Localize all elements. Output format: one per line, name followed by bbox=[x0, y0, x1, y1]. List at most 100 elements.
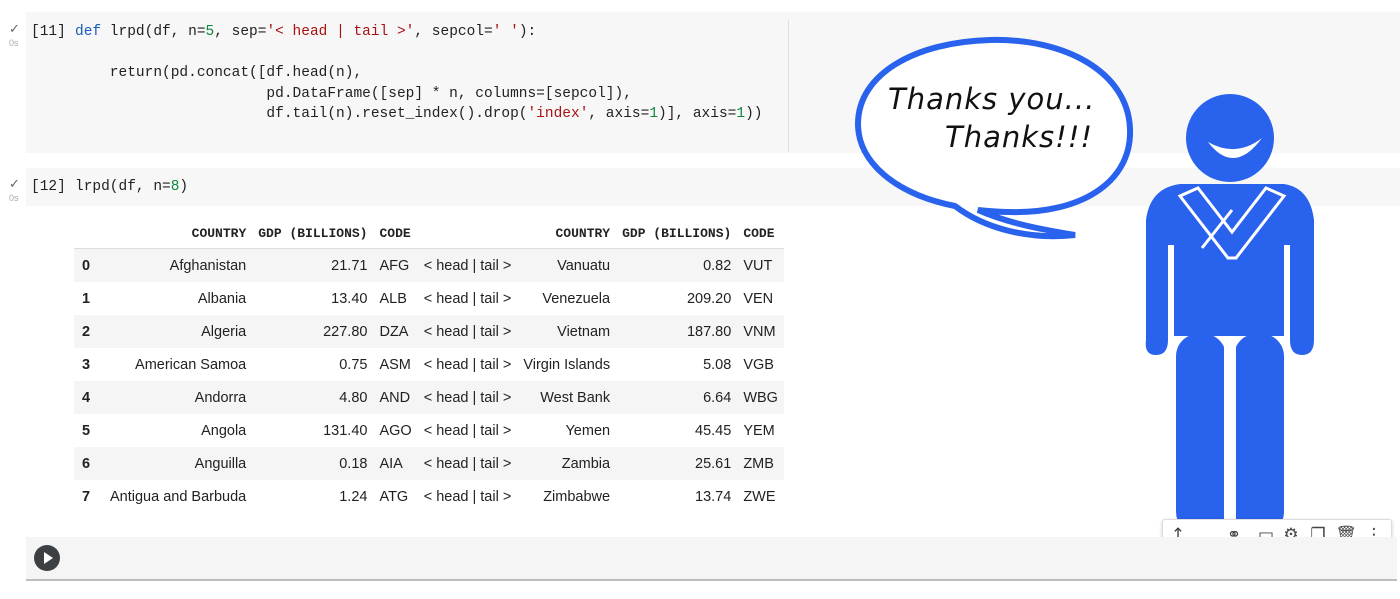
table-cell: < head | tail > bbox=[423, 488, 512, 505]
execution-time: 0s bbox=[9, 38, 19, 48]
row-index: 1 bbox=[82, 290, 91, 307]
table-cell: VGB bbox=[743, 356, 774, 373]
table-row: 3 American Samoa 0.75 ASM < head | tail > Vir… bbox=[74, 348, 784, 381]
table-cell: ATG bbox=[379, 488, 409, 505]
table-cell: ZMB bbox=[737, 447, 784, 480]
code-token: 'index' bbox=[527, 106, 589, 122]
code-token: , sep= bbox=[214, 24, 267, 40]
table-cell: AND bbox=[373, 381, 418, 414]
column-header: CODE bbox=[737, 218, 784, 249]
table-cell: Afghanistan bbox=[104, 248, 253, 282]
code-token: , axis= bbox=[588, 106, 650, 122]
code-line: pd.DataFrame([sep] * n, columns=[sepcol]… bbox=[75, 86, 632, 102]
table-cell: Zambia bbox=[517, 447, 617, 480]
table-cell: AIA bbox=[373, 447, 418, 480]
person-body bbox=[1145, 184, 1314, 355]
execution-time: 0s bbox=[9, 193, 19, 203]
code-token: , sepcol= bbox=[414, 24, 493, 40]
table-cell: 21.71 bbox=[252, 248, 374, 282]
dataframe-output: COUNTRY GDP (BILLIONS) CODE COUNTRY GDP … bbox=[74, 218, 784, 513]
code-line: return(pd.concat([df.head(n), bbox=[75, 65, 363, 81]
table-cell: 6.64 bbox=[616, 381, 738, 414]
column-header bbox=[74, 218, 104, 249]
table-cell: 187.80 bbox=[616, 315, 738, 348]
editor-ruler bbox=[788, 20, 789, 152]
table-cell: ASM bbox=[379, 356, 411, 373]
table-cell: AGO bbox=[379, 422, 412, 439]
table-cell: Vietnam bbox=[517, 315, 617, 348]
executed-check-icon: ✓ bbox=[9, 22, 20, 37]
table-cell: 45.45 bbox=[695, 422, 732, 439]
table-cell: Venezuela bbox=[542, 290, 611, 307]
table-cell: Angola bbox=[201, 422, 247, 439]
column-header: GDP (BILLIONS) bbox=[252, 218, 374, 249]
table-cell: VEN bbox=[743, 290, 774, 307]
table-cell: Algeria bbox=[104, 315, 253, 348]
code-token: lrpd(df, n= bbox=[101, 24, 206, 40]
table-cell: 1.24 bbox=[339, 488, 368, 505]
code-editor[interactable]: def lrpd(df, n=5, sep='< head | tail >',… bbox=[75, 24, 536, 41]
table-cell: VUT bbox=[737, 248, 784, 282]
code-token: '< head | tail >' bbox=[266, 24, 415, 40]
table-cell: ALB bbox=[379, 290, 407, 307]
row-index: 2 bbox=[74, 315, 104, 348]
column-header: GDP (BILLIONS) bbox=[616, 218, 738, 249]
row-index: 3 bbox=[82, 356, 91, 373]
empty-code-cell[interactable] bbox=[26, 537, 1397, 581]
table-cell: 0.18 bbox=[252, 447, 374, 480]
table-cell: Virgin Islands bbox=[523, 356, 611, 373]
table-cell: Vanuatu bbox=[517, 248, 617, 282]
table-header-row: COUNTRY GDP (BILLIONS) CODE COUNTRY GDP … bbox=[74, 218, 784, 249]
row-index: 0 bbox=[74, 248, 104, 282]
person-left-leg bbox=[1176, 334, 1226, 534]
table-cell: < head | tail > bbox=[417, 447, 518, 480]
bubble-text-line-1: Thanks you... bbox=[888, 82, 1096, 116]
table-cell: Andorra bbox=[104, 381, 253, 414]
code-token: def bbox=[75, 24, 102, 40]
code-token: ' ' bbox=[492, 24, 519, 40]
table-row: 6 Anguilla 0.18 AIA < head | tail > Zambia 25.… bbox=[74, 447, 784, 480]
code-line: df.tail(n).reset_index().drop('index', a… bbox=[75, 106, 762, 123]
code-token: 1 bbox=[649, 106, 659, 122]
code-token: 1 bbox=[736, 106, 746, 122]
table-cell: AFG bbox=[373, 248, 418, 282]
code-token: )], axis= bbox=[658, 106, 737, 122]
table-cell: < head | tail > bbox=[417, 381, 518, 414]
run-cell-button[interactable] bbox=[34, 545, 60, 571]
table-cell: < head | tail > bbox=[417, 248, 518, 282]
table-row: 7 Antigua and Barbuda 1.24 ATG < head | tail… bbox=[74, 480, 784, 513]
code-token: ) bbox=[179, 179, 189, 195]
column-header bbox=[417, 218, 518, 249]
table-row: 2 Algeria 227.80 DZA < head | tail > Vietnam 1… bbox=[74, 315, 784, 348]
table-row: 0 Afghanistan 21.71 AFG < head | tail > Vanua… bbox=[74, 248, 784, 282]
table-cell: WBG bbox=[737, 381, 784, 414]
table-cell: 13.40 bbox=[331, 290, 368, 307]
table-cell: Antigua and Barbuda bbox=[110, 488, 247, 505]
table-cell: ZWE bbox=[743, 488, 776, 505]
code-token: lrpd(df, n= bbox=[75, 179, 171, 195]
table-cell: 227.80 bbox=[252, 315, 374, 348]
table-cell: 5.08 bbox=[703, 356, 732, 373]
code-token: ): bbox=[518, 24, 537, 40]
table-cell: < head | tail > bbox=[423, 422, 512, 439]
table-cell: DZA bbox=[373, 315, 418, 348]
table-cell: Zimbabwe bbox=[543, 488, 611, 505]
person-head bbox=[1186, 94, 1274, 182]
column-header: CODE bbox=[373, 218, 418, 249]
table-cell: < head | tail > bbox=[417, 315, 518, 348]
table-cell: 4.80 bbox=[252, 381, 374, 414]
table-cell: 0.82 bbox=[616, 248, 738, 282]
column-header: COUNTRY bbox=[517, 218, 617, 249]
table-cell: < head | tail > bbox=[423, 290, 512, 307]
code-token: )) bbox=[745, 106, 763, 122]
table-cell: Anguilla bbox=[104, 447, 253, 480]
table-cell: 131.40 bbox=[323, 422, 368, 439]
person-right-leg bbox=[1234, 334, 1284, 534]
row-index: 4 bbox=[74, 381, 104, 414]
code-token: df.tail(n).reset_index().drop( bbox=[75, 106, 528, 122]
code-editor[interactable]: lrpd(df, n=8) bbox=[75, 179, 188, 196]
row-index: 7 bbox=[82, 488, 91, 505]
table-cell: YEM bbox=[743, 422, 775, 439]
execution-count: [11] bbox=[31, 24, 66, 40]
table-cell: 209.20 bbox=[686, 290, 732, 307]
